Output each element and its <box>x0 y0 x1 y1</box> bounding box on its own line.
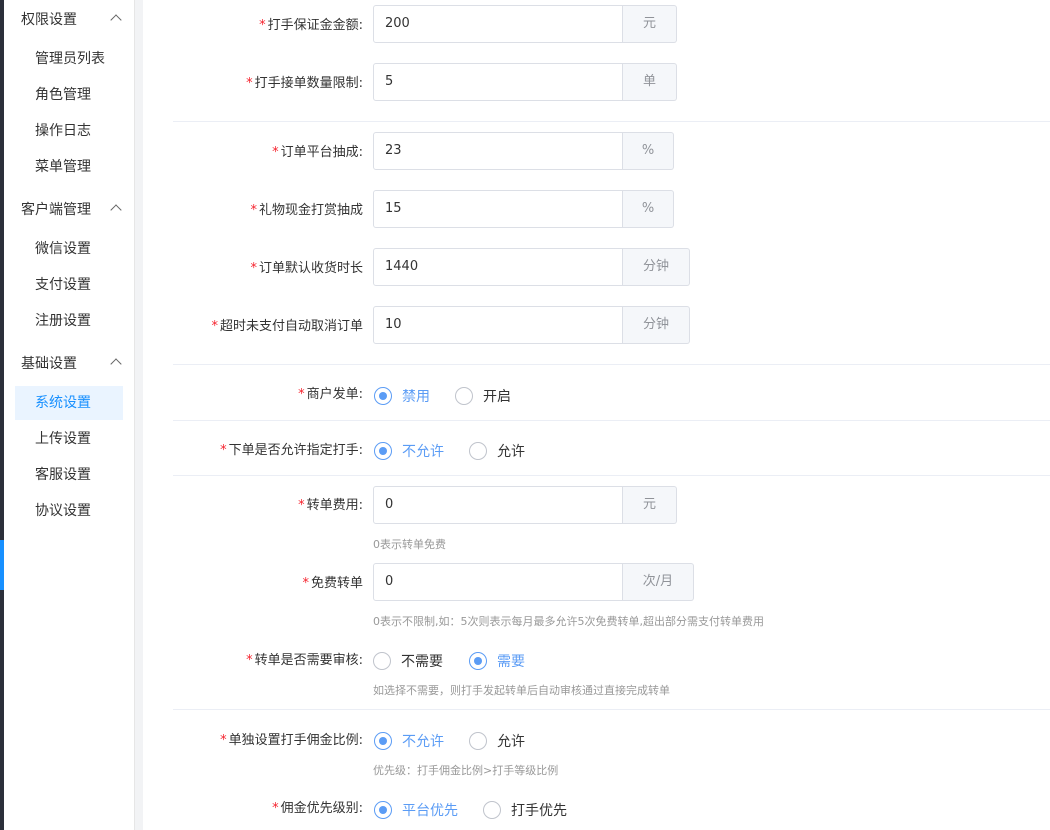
radio-unchecked-icon <box>455 387 473 405</box>
order-limit-input[interactable]: 5 <box>373 63 623 101</box>
section-divider <box>173 709 1050 710</box>
assign-player-allow-radio[interactable]: 允许 <box>469 441 525 461</box>
deposit-suffix: 元 <box>623 5 677 43</box>
assign-player-deny-radio[interactable]: 不允许 <box>374 441 444 461</box>
merchant-publish-label: * 商户发单: <box>298 387 363 402</box>
radio-checked-icon <box>469 652 487 670</box>
auto-receive-label: * 订单默认收货时长 <box>250 261 363 276</box>
order-limit-label: * 打手接单数量限制: <box>246 76 363 91</box>
commission-priority-label: * 佣金优先级别: <box>272 801 363 816</box>
sidebar-item-system[interactable]: 系统设置 <box>15 386 123 420</box>
platform-commission-suffix: % <box>623 132 674 170</box>
sidebar-divider <box>134 0 143 830</box>
chevron-up-icon[interactable] <box>110 14 122 26</box>
radio-unchecked-icon <box>483 801 501 819</box>
merchant-publish-disable-radio[interactable]: 禁用 <box>374 386 430 406</box>
individual-ratio-deny-radio[interactable]: 不允许 <box>374 731 444 751</box>
auto-cancel-input[interactable]: 10 <box>373 306 623 344</box>
sidebar-item-admin-list[interactable]: 管理员列表 <box>15 42 123 76</box>
free-transfer-input[interactable]: 0 <box>373 563 623 601</box>
auto-cancel-label: * 超时未支付自动取消订单 <box>211 319 363 334</box>
sidebar-item-wechat[interactable]: 微信设置 <box>15 232 123 266</box>
chevron-up-icon[interactable] <box>110 204 122 216</box>
sidebar-item-agreement[interactable]: 协议设置 <box>15 494 123 528</box>
section-divider <box>173 121 1050 122</box>
transfer-fee-suffix: 元 <box>623 486 677 524</box>
sidebar-item-menus[interactable]: 菜单管理 <box>15 150 123 184</box>
section-divider <box>173 420 1050 421</box>
free-transfer-suffix: 次/月 <box>623 563 694 601</box>
sidebar-item-logs[interactable]: 操作日志 <box>15 114 123 148</box>
order-limit-suffix: 单 <box>623 63 677 101</box>
radio-unchecked-icon <box>373 652 391 670</box>
radio-unchecked-icon <box>469 442 487 460</box>
radio-checked-icon <box>374 801 392 819</box>
chevron-up-icon[interactable] <box>110 358 122 370</box>
transfer-review-no-radio[interactable]: 不需要 <box>373 651 443 671</box>
auto-receive-suffix: 分钟 <box>623 248 690 286</box>
platform-commission-input[interactable]: 23 <box>373 132 623 170</box>
sidebar: 权限设置 管理员列表 角色管理 操作日志 菜单管理 客户端管理 微信设置 支付设… <box>4 0 134 830</box>
section-divider <box>173 475 1050 476</box>
deposit-label: * 打手保证金金额: <box>259 18 363 33</box>
radio-checked-icon <box>374 732 392 750</box>
platform-commission-label: * 订单平台抽成: <box>272 145 363 160</box>
assign-player-label: * 下单是否允许指定打手: <box>220 443 363 458</box>
commission-priority-platform-radio[interactable]: 平台优先 <box>374 800 458 820</box>
sidebar-group-basic[interactable]: 基础设置 <box>21 353 77 373</box>
section-divider <box>173 364 1050 365</box>
auto-cancel-suffix: 分钟 <box>623 306 690 344</box>
transfer-review-hint: 如选择不需要，则打手发起转单后自动审核通过直接完成转单 <box>373 684 670 697</box>
deposit-input[interactable]: 200 <box>373 5 623 43</box>
auto-receive-input[interactable]: 1440 <box>373 248 623 286</box>
transfer-fee-input[interactable]: 0 <box>373 486 623 524</box>
radio-unchecked-icon <box>469 732 487 750</box>
transfer-fee-label: * 转单费用: <box>298 498 363 513</box>
gift-commission-label: * 礼物现金打赏抽成 <box>250 203 363 218</box>
sidebar-item-payment[interactable]: 支付设置 <box>15 268 123 302</box>
merchant-publish-enable-radio[interactable]: 开启 <box>455 386 511 406</box>
individual-ratio-allow-radio[interactable]: 允许 <box>469 731 525 751</box>
transfer-fee-hint: 0表示转单免费 <box>373 538 446 551</box>
gift-commission-input[interactable]: 15 <box>373 190 623 228</box>
transfer-review-label: * 转单是否需要审核: <box>246 653 363 668</box>
settings-form: * 打手保证金金额: 200 元 * 打手接单数量限制: 5 单 * 订单平台抽成: … <box>143 0 1050 830</box>
gift-commission-suffix: % <box>623 190 674 228</box>
sidebar-group-permissions[interactable]: 权限设置 <box>21 9 77 29</box>
radio-checked-icon <box>374 387 392 405</box>
individual-ratio-hint: 优先级：打手佣金比例>打手等级比例 <box>373 764 559 777</box>
sidebar-group-client[interactable]: 客户端管理 <box>21 199 91 219</box>
sidebar-item-upload[interactable]: 上传设置 <box>15 422 123 456</box>
commission-priority-player-radio[interactable]: 打手优先 <box>483 800 567 820</box>
radio-checked-icon <box>374 442 392 460</box>
transfer-review-yes-radio[interactable]: 需要 <box>469 651 525 671</box>
individual-ratio-label: * 单独设置打手佣金比例: <box>220 733 363 748</box>
free-transfer-label: * 免费转单 <box>302 576 363 591</box>
sidebar-item-roles[interactable]: 角色管理 <box>15 78 123 112</box>
sidebar-item-service[interactable]: 客服设置 <box>15 458 123 492</box>
sidebar-item-register[interactable]: 注册设置 <box>15 304 123 338</box>
free-transfer-hint: 0表示不限制,如：5次则表示每月最多允许5次免费转单,超出部分需支付转单费用 <box>373 615 764 628</box>
